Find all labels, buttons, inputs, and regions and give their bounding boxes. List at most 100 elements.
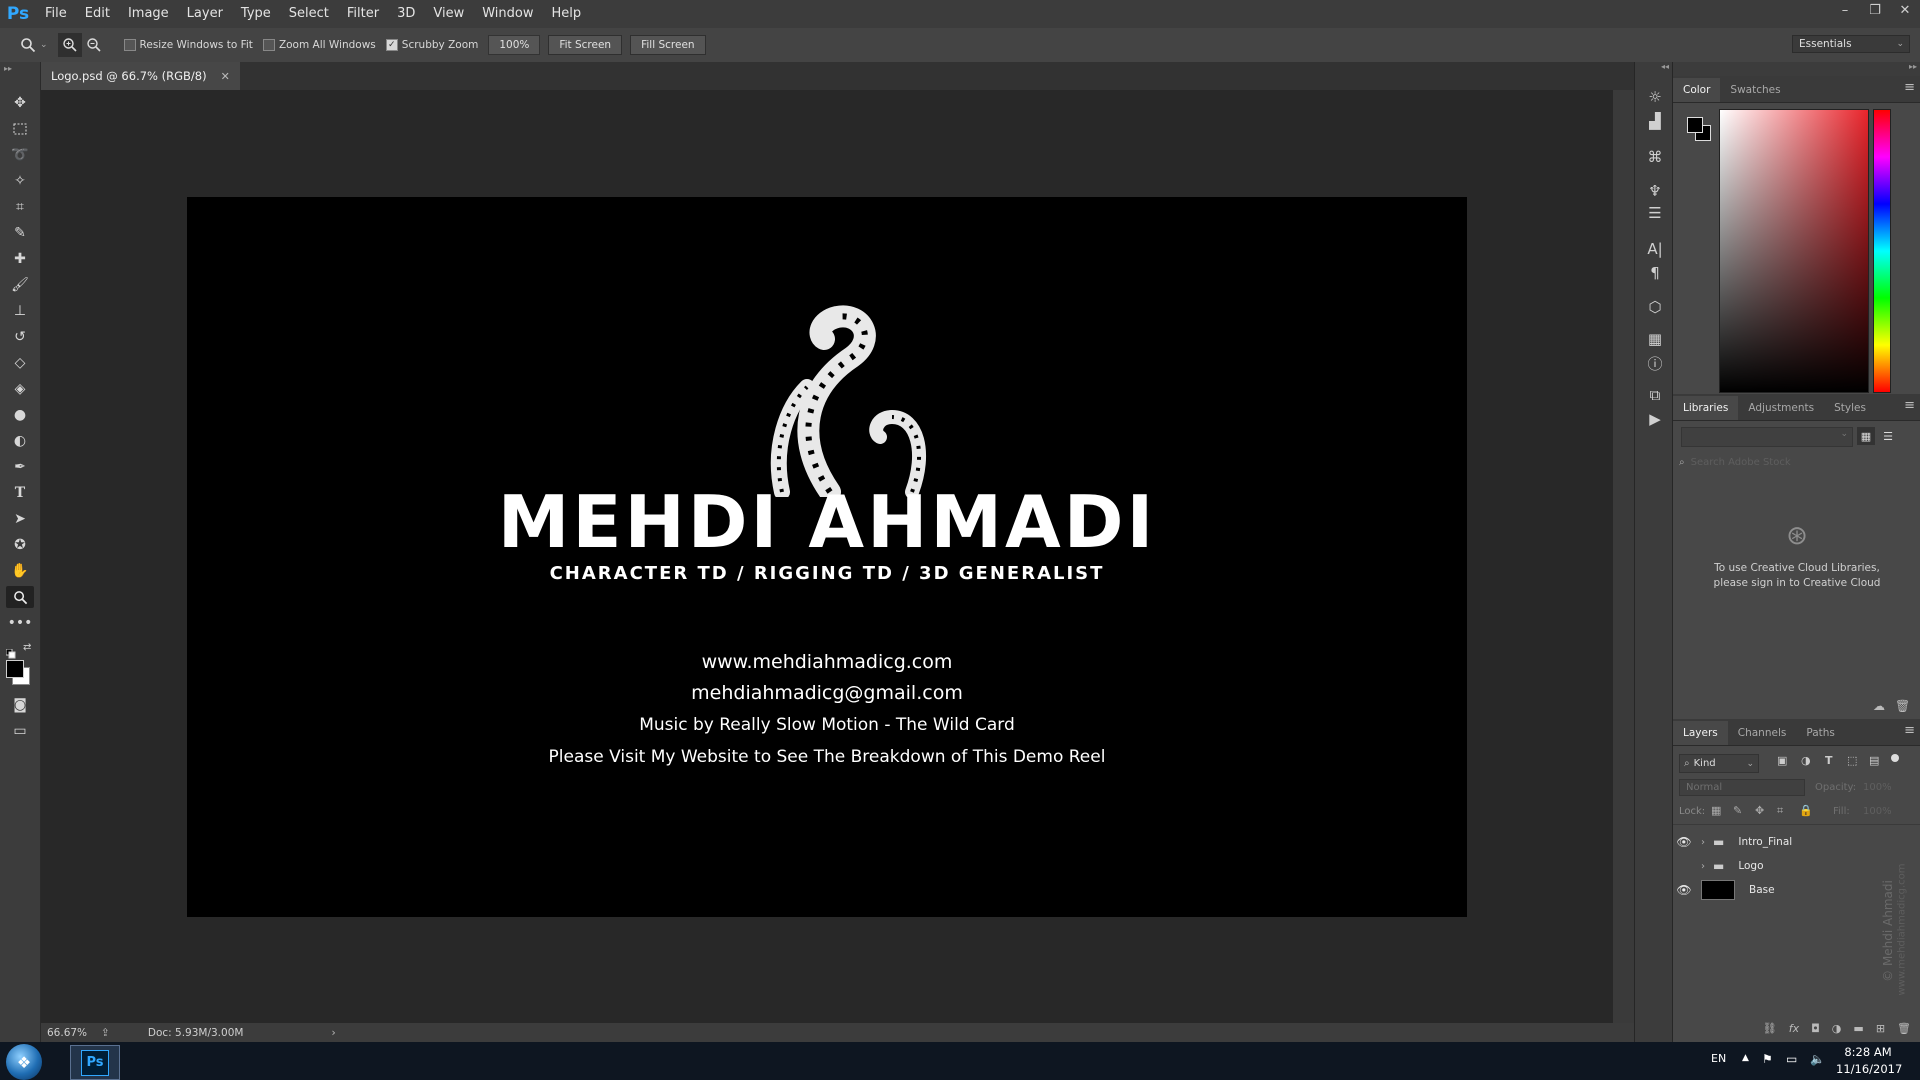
menu-image[interactable]: Image bbox=[119, 0, 178, 28]
close-button[interactable]: ✕ bbox=[1890, 0, 1920, 20]
swap-colors-icon[interactable]: ⇄ bbox=[23, 642, 31, 653]
clone-stamp-tool-icon[interactable]: ⊥ bbox=[6, 300, 34, 322]
tray-chevron-icon[interactable]: ▲ bbox=[1742, 1053, 1749, 1063]
brightness-icon[interactable]: ☼ bbox=[1644, 86, 1666, 108]
layer-kind-filter[interactable]: ⌕ Kind ⌄ bbox=[1679, 754, 1759, 773]
zoom-tool-icon[interactable] bbox=[6, 586, 34, 608]
chevron-right-icon[interactable]: › bbox=[331, 1027, 335, 1039]
document-tab[interactable]: Logo.psd @ 66.7% (RGB/8) ✕ bbox=[41, 62, 240, 90]
vertical-scrollbar[interactable] bbox=[1613, 90, 1634, 1023]
custom-shape-tool-icon[interactable]: ✪ bbox=[6, 534, 34, 556]
paint-bucket-tool-icon[interactable]: ◈ bbox=[6, 378, 34, 400]
new-group-icon[interactable]: ▬ bbox=[1853, 1022, 1863, 1035]
dodge-tool-icon[interactable]: ◐ bbox=[6, 430, 34, 452]
collapse-arrows-icon[interactable]: ▸▸ bbox=[4, 64, 12, 73]
minimize-button[interactable]: – bbox=[1830, 0, 1860, 20]
zoom-out-icon[interactable] bbox=[82, 33, 106, 57]
filter-pixel-icon[interactable]: ▣ bbox=[1777, 754, 1787, 767]
foreground-color-swatch[interactable] bbox=[1687, 117, 1703, 133]
zoom-tool-preset-icon[interactable] bbox=[16, 33, 40, 57]
list-view-icon[interactable]: ☰ bbox=[1879, 427, 1897, 445]
checkmark-icon[interactable]: ✓ bbox=[385, 39, 398, 51]
fit-screen-button[interactable]: Fit Screen bbox=[548, 35, 623, 55]
network-icon[interactable]: ▭ bbox=[1786, 1052, 1797, 1066]
timeline-icon[interactable]: ▦ bbox=[1644, 328, 1666, 350]
crop-tool-icon[interactable]: ⌗ bbox=[6, 196, 34, 218]
tab-color[interactable]: Color bbox=[1673, 78, 1721, 102]
tab-layers[interactable]: Layers bbox=[1673, 721, 1728, 745]
blur-tool-icon[interactable]: ● bbox=[6, 404, 34, 426]
lock-all-icon[interactable]: 🔒 bbox=[1799, 804, 1813, 817]
type-tool-icon[interactable]: T bbox=[6, 482, 34, 504]
menu-filter[interactable]: Filter bbox=[338, 0, 388, 28]
properties-sliders-icon[interactable]: ☰ bbox=[1644, 202, 1666, 224]
grid-view-icon[interactable]: ▦ bbox=[1857, 427, 1875, 445]
more-tools-icon[interactable]: ••• bbox=[6, 612, 34, 634]
eye-icon[interactable]: 👁 bbox=[1673, 835, 1695, 849]
chevron-right-icon[interactable]: › bbox=[1701, 861, 1705, 872]
panel-menu-icon[interactable]: ≡ bbox=[1904, 723, 1915, 738]
filter-adjustment-icon[interactable]: ◑ bbox=[1801, 754, 1811, 767]
chevron-right-icon[interactable]: › bbox=[1701, 837, 1705, 848]
volume-icon[interactable]: 🔈 bbox=[1810, 1052, 1825, 1066]
artboard[interactable]: MEHDI AHMADI CHARACTER TD / RIGGING TD /… bbox=[187, 197, 1467, 917]
screen-mode-icon[interactable]: ▭ bbox=[6, 720, 34, 742]
link-layers-icon[interactable]: ⛓ bbox=[1763, 1022, 1777, 1035]
character-icon[interactable]: A| bbox=[1644, 238, 1666, 260]
path-selection-tool-icon[interactable]: ➤ bbox=[6, 508, 34, 530]
move-tool-icon[interactable]: ✥ bbox=[6, 92, 34, 114]
new-layer-icon[interactable]: ⊞ bbox=[1876, 1022, 1885, 1035]
lock-artboard-icon[interactable]: ⌗ bbox=[1777, 804, 1783, 818]
action-center-icon[interactable]: ⚑ bbox=[1762, 1052, 1773, 1066]
clone-source-icon[interactable]: ♆ bbox=[1644, 180, 1666, 202]
language-indicator[interactable]: EN bbox=[1711, 1052, 1726, 1065]
brush-tool-icon[interactable]: 🖌 bbox=[6, 274, 34, 296]
fill-field[interactable]: 100% bbox=[1863, 806, 1892, 817]
tab-libraries[interactable]: Libraries bbox=[1673, 396, 1739, 420]
menu-help[interactable]: Help bbox=[543, 0, 591, 28]
collapse-arrows-icon[interactable]: ▸▸ bbox=[1909, 62, 1917, 71]
panel-menu-icon[interactable]: ≡ bbox=[1904, 80, 1915, 95]
zoom-in-icon[interactable] bbox=[57, 33, 82, 57]
trash-icon[interactable]: 🗑 bbox=[1895, 699, 1910, 713]
workspace-select[interactable]: Essentials ⌄ bbox=[1792, 35, 1910, 53]
adjustment-layer-icon[interactable]: ◑ bbox=[1832, 1022, 1842, 1035]
menu-layer[interactable]: Layer bbox=[178, 0, 232, 28]
collapse-arrows-icon[interactable]: ◂◂ bbox=[1661, 62, 1669, 71]
layer-style-icon[interactable]: fx bbox=[1789, 1022, 1799, 1035]
share-icon[interactable]: ⇪ bbox=[101, 1027, 110, 1039]
scrubby-zoom-checkbox[interactable]: ✓ Scrubby Zoom bbox=[385, 39, 478, 51]
tab-adjustments[interactable]: Adjustments bbox=[1738, 396, 1824, 420]
filter-toggle-icon[interactable] bbox=[1891, 754, 1899, 762]
trash-icon[interactable]: 🗑 bbox=[1897, 1022, 1911, 1035]
histogram-icon[interactable]: ▟ bbox=[1644, 110, 1666, 132]
foreground-color-swatch[interactable] bbox=[6, 660, 24, 678]
panel-menu-icon[interactable]: ≡ bbox=[1904, 398, 1915, 413]
cloud-sync-icon[interactable]: ☁ bbox=[1873, 699, 1885, 713]
marquee-tool-icon[interactable] bbox=[6, 118, 34, 140]
lock-position-icon[interactable]: ✥ bbox=[1755, 804, 1764, 817]
lasso-tool-icon[interactable]: ➰ bbox=[6, 144, 34, 166]
filter-smart-object-icon[interactable]: ▤ bbox=[1869, 754, 1879, 767]
quick-mask-icon[interactable]: ◙ bbox=[6, 694, 34, 716]
3d-cube-icon[interactable]: ⬡ bbox=[1644, 296, 1666, 318]
clock-date[interactable]: 11/16/2017 bbox=[1836, 1062, 1902, 1076]
layer-comps-icon[interactable]: ⧉ bbox=[1644, 384, 1666, 406]
filter-type-icon[interactable]: T bbox=[1825, 754, 1833, 767]
eye-icon[interactable]: 👁 bbox=[1673, 883, 1695, 897]
actions-play-icon[interactable]: ▶ bbox=[1644, 408, 1666, 430]
fill-screen-button[interactable]: Fill Screen bbox=[630, 35, 706, 55]
clock-time[interactable]: 8:28 AM bbox=[1838, 1045, 1898, 1059]
brush-settings-icon[interactable]: ⌘ bbox=[1644, 146, 1666, 168]
filter-shape-icon[interactable]: ⬚ bbox=[1847, 754, 1857, 767]
info-icon[interactable]: ⓘ bbox=[1644, 352, 1666, 374]
restore-button[interactable]: ❐ bbox=[1860, 0, 1890, 20]
menu-select[interactable]: Select bbox=[280, 0, 338, 28]
menu-file[interactable]: File bbox=[36, 0, 76, 28]
resize-windows-checkbox[interactable]: Resize Windows to Fit bbox=[123, 39, 253, 51]
menu-window[interactable]: Window bbox=[473, 0, 542, 28]
stock-search-input[interactable]: ⌕ Search Adobe Stock bbox=[1679, 453, 1911, 471]
close-tab-icon[interactable]: ✕ bbox=[221, 70, 230, 83]
checkbox-box[interactable] bbox=[262, 39, 275, 51]
default-colors-icon[interactable] bbox=[5, 644, 16, 659]
